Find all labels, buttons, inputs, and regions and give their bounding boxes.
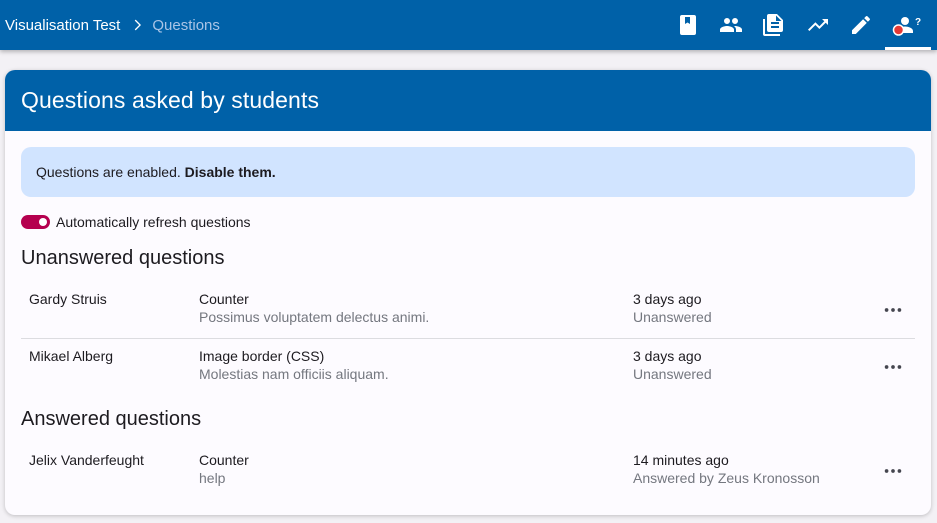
status-cell: 14 minutes ago Answered by Zeus Kronosso… [633, 451, 820, 487]
student-name: Gardy Struis [29, 291, 107, 307]
status-cell: 3 days ago Unanswered [633, 290, 712, 326]
auto-refresh-row: Automatically refresh questions [21, 212, 251, 232]
auto-refresh-toggle[interactable] [21, 215, 50, 229]
unanswered-section-title: Unanswered questions [21, 247, 225, 269]
page-title: Questions asked by students [21, 87, 320, 113]
question-cell: Image border (CSS) Molestias nam officii… [199, 347, 389, 383]
document-icon[interactable] [762, 13, 786, 37]
exercise-name: Image border (CSS) [199, 348, 325, 364]
question-text: Molestias nam officiis aliquam. [199, 366, 389, 382]
question-status: Unanswered [633, 309, 712, 325]
more-options-icon[interactable] [879, 296, 907, 324]
svg-text:?: ? [915, 17, 921, 28]
answered-section-title: Answered questions [21, 408, 202, 430]
toggle-knob [39, 218, 47, 226]
questions-enabled-alert: Questions are enabled. Disable them. [21, 147, 915, 197]
auto-refresh-label: Automatically refresh questions [56, 214, 251, 230]
chevron-right-icon [129, 17, 145, 33]
student-name: Mikael Alberg [29, 348, 114, 364]
table-row[interactable]: Gardy Struis Counter Possimus voluptatem… [21, 290, 915, 338]
exercise-name: Counter [199, 291, 249, 307]
questions-person-icon[interactable]: ? [892, 13, 922, 37]
status-cell: 3 days ago Unanswered [633, 347, 712, 383]
table-row[interactable]: Mikael Alberg Image border (CSS) Molesti… [21, 347, 915, 395]
question-status: Unanswered [633, 366, 712, 382]
question-time: 3 days ago [633, 348, 702, 364]
question-text: help [199, 470, 226, 486]
student-name: Jelix Vanderfeught [29, 452, 144, 468]
top-app-bar: Visualisation Test Questions ? [0, 0, 937, 50]
table-row[interactable]: Jelix Vanderfeught Counter help 14 minut… [21, 451, 915, 499]
questions-card: Questions asked by students Questions ar… [5, 70, 931, 515]
book-icon[interactable] [676, 13, 700, 37]
question-time: 3 days ago [633, 291, 702, 307]
alert-text: Questions are enabled. [36, 164, 181, 180]
active-tab-indicator [885, 47, 931, 50]
card-header: Questions asked by students [5, 70, 931, 131]
people-icon[interactable] [719, 13, 743, 37]
question-time: 14 minutes ago [633, 452, 729, 468]
breadcrumb: Visualisation Test Questions [5, 0, 220, 50]
trending-up-icon[interactable] [806, 13, 830, 37]
question-text: Possimus voluptatem delectus animi. [199, 309, 430, 325]
exercise-name: Counter [199, 452, 249, 468]
question-status: Answered by Zeus Kronosson [633, 470, 820, 486]
more-options-icon[interactable] [879, 353, 907, 381]
row-divider [21, 338, 915, 339]
question-cell: Counter Possimus voluptatem delectus ani… [199, 290, 429, 326]
more-options-icon[interactable] [879, 457, 907, 485]
disable-questions-link[interactable]: Disable them. [185, 164, 276, 180]
breadcrumb-course-link[interactable]: Visualisation Test [5, 17, 120, 34]
breadcrumb-current: Questions [152, 16, 220, 34]
edit-pencil-icon[interactable] [849, 13, 873, 37]
question-cell: Counter help [199, 451, 249, 487]
